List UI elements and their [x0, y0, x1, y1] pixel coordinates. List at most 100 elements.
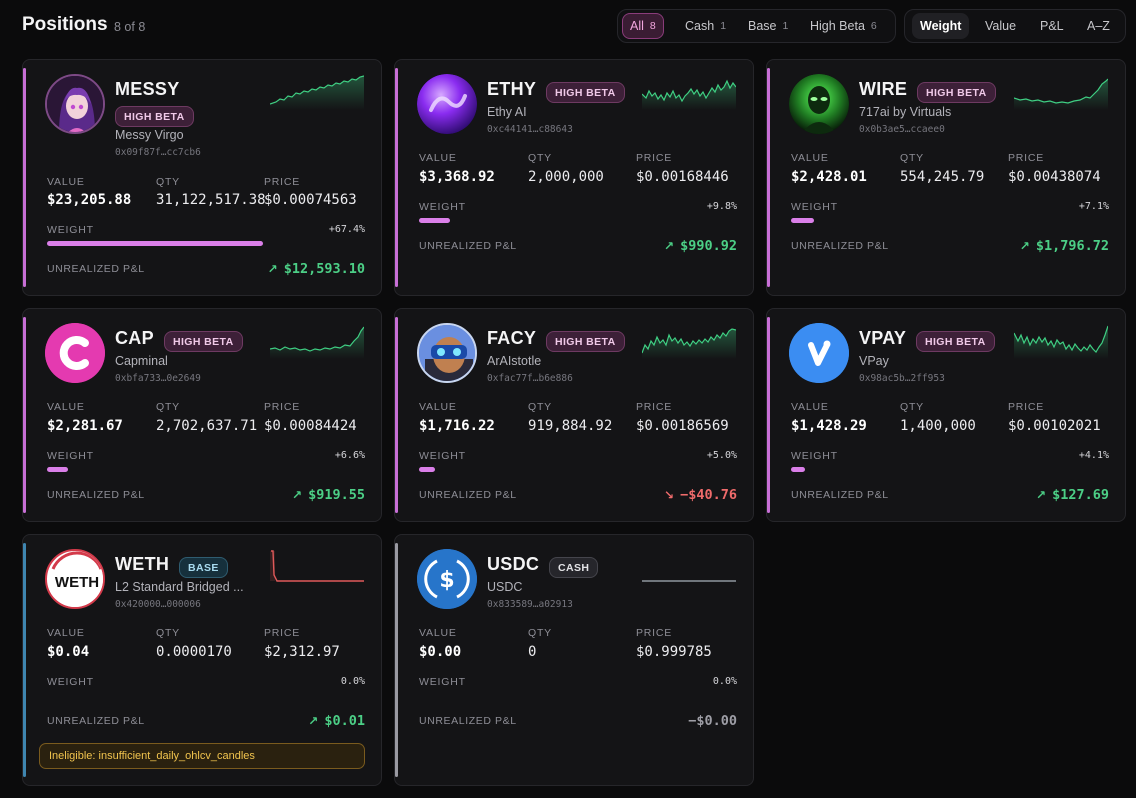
sort-alpha[interactable]: A–Z — [1079, 13, 1118, 39]
weight-percent: +5.0% — [706, 450, 737, 461]
card-accent-bar — [395, 68, 398, 287]
position-card-usdc[interactable]: $ USDC CASH USDC 0x833589…a02913 VALUE Q… — [394, 534, 754, 786]
pnl-value: −$0.00 — [688, 713, 737, 729]
pnl-value: ↘ −$40.76 — [664, 487, 737, 503]
pnl-value: ↗ $1,796.72 — [1020, 238, 1109, 254]
position-qty: 919,884.92 — [528, 418, 613, 434]
token-symbol: CAP — [115, 328, 154, 348]
sort-pnl[interactable]: P&L — [1032, 13, 1072, 39]
filter-base[interactable]: Base 1 — [741, 13, 795, 39]
filter-tabs: All 8 Cash 1 Base 1 High Beta 6 — [617, 9, 896, 43]
position-count: 8 of 8 — [114, 20, 146, 34]
page-title: Positions — [22, 14, 108, 35]
qty-label: QTY — [528, 627, 552, 639]
card-accent-bar — [23, 317, 26, 513]
token-symbol: ETHY — [487, 79, 537, 99]
price-label: PRICE — [1008, 401, 1045, 413]
position-value: $1,716.22 — [419, 418, 495, 434]
price-sparkline — [642, 580, 736, 582]
token-symbol: VPAY — [859, 328, 907, 348]
pnl-label: UNREALIZED P&L — [419, 715, 517, 727]
weight-label: WEIGHT — [47, 224, 94, 236]
filter-high-beta[interactable]: High Beta 6 — [803, 13, 884, 39]
card-accent-bar — [767, 317, 770, 513]
position-qty: 0 — [528, 644, 537, 660]
position-card-wire[interactable]: WIRE HIGH BETA 717ai by Virtuals 0x0b3ae… — [766, 59, 1126, 296]
position-card-ethy[interactable]: ETHY HIGH BETA Ethy AI 0xc44141…c88643 V… — [394, 59, 754, 296]
value-label: VALUE — [419, 627, 457, 639]
weight-percent: +6.6% — [334, 450, 365, 461]
price-sparkline — [270, 75, 364, 110]
price-sparkline — [642, 328, 736, 359]
position-qty: 2,000,000 — [528, 169, 604, 185]
price-label: PRICE — [264, 401, 301, 413]
filter-all[interactable]: All 8 — [622, 13, 664, 39]
pnl-amount: $12,593.10 — [283, 261, 365, 277]
token-symbol: USDC — [487, 554, 540, 574]
filter-cash-count: 1 — [720, 20, 727, 32]
price-sparkline — [1014, 325, 1108, 359]
qty-label: QTY — [528, 152, 552, 164]
card-accent-bar — [23, 543, 26, 777]
token-address: 0xfac77f…b6e886 — [487, 373, 573, 384]
weight-label: WEIGHT — [419, 676, 466, 688]
category-badge: HIGH BETA — [546, 331, 625, 352]
weight-label: WEIGHT — [791, 201, 838, 213]
token-symbol: WETH — [115, 554, 170, 574]
pnl-amount: $919.55 — [308, 487, 365, 503]
weight-percent: +7.1% — [1078, 201, 1109, 212]
qty-label: QTY — [156, 627, 180, 639]
pnl-value: ↗ $990.92 — [664, 238, 737, 254]
price-label: PRICE — [636, 152, 673, 164]
usdc-dollar-logo-icon: $ — [417, 549, 477, 609]
weight-bar — [791, 467, 805, 472]
category-badge: CASH — [549, 557, 599, 578]
pnl-label: UNREALIZED P&L — [419, 489, 517, 501]
filter-all-count: 8 — [649, 20, 656, 32]
arrow-up-right-icon: ↗ — [308, 714, 319, 728]
price-label: PRICE — [1008, 152, 1045, 164]
positions-header: Positions 8 of 8 All 8 Cash 1 Base 1 High B… — [0, 0, 1136, 52]
position-card-messy[interactable]: MESSY HIGH BETA Messy Virgo 0x09f87f…cc7… — [22, 59, 382, 296]
robot-face-avatar-icon — [417, 323, 477, 383]
pnl-value: ↗ $12,593.10 — [268, 261, 365, 277]
value-label: VALUE — [47, 627, 85, 639]
sort-weight[interactable]: Weight — [912, 13, 970, 39]
position-card-weth[interactable]: WETH WETH BASE L2 Standard Bridged ... 0… — [22, 534, 382, 786]
token-symbol: FACY — [487, 328, 537, 348]
value-label: VALUE — [47, 401, 85, 413]
position-price: $0.00084424 — [264, 418, 357, 434]
weight-label: WEIGHT — [791, 450, 838, 462]
position-price: $0.00074563 — [264, 192, 357, 208]
weight-bar — [419, 218, 451, 223]
value-label: VALUE — [791, 152, 829, 164]
blue-v-logo-icon — [789, 323, 849, 383]
anime-girl-avatar-icon — [45, 74, 105, 134]
card-accent-bar — [767, 68, 770, 287]
pnl-label: UNREALIZED P&L — [47, 489, 145, 501]
position-value: $0.04 — [47, 644, 90, 660]
weight-percent: +67.4% — [328, 224, 365, 235]
position-value: $3,368.92 — [419, 169, 495, 185]
pnl-label: UNREALIZED P&L — [791, 489, 889, 501]
sort-value[interactable]: Value — [977, 13, 1024, 39]
filter-cash[interactable]: Cash 1 — [678, 13, 733, 39]
position-card-facy[interactable]: FACY HIGH BETA ArAIstotle 0xfac77f…b6e88… — [394, 308, 754, 522]
position-price: $0.00438074 — [1008, 169, 1101, 185]
qty-label: QTY — [900, 401, 924, 413]
position-card-cap[interactable]: CAP HIGH BETA Capminal 0xbfa733…0e2649 V… — [22, 308, 382, 522]
green-alien-avatar-icon — [789, 74, 849, 134]
category-badge: HIGH BETA — [115, 106, 194, 127]
value-label: VALUE — [419, 401, 457, 413]
position-card-vpay[interactable]: VPAY HIGH BETA VPay 0x98ac5b…2ff953 VALU… — [766, 308, 1126, 522]
card-accent-bar — [395, 317, 398, 513]
pnl-amount: $1,796.72 — [1035, 238, 1109, 254]
token-name: VPay — [859, 354, 889, 368]
position-price: $0.00102021 — [1008, 418, 1101, 434]
position-value: $2,428.01 — [791, 169, 867, 185]
value-label: VALUE — [791, 401, 829, 413]
weight-percent: +4.1% — [1078, 450, 1109, 461]
price-label: PRICE — [264, 627, 301, 639]
token-name: 717ai by Virtuals — [859, 105, 952, 119]
weight-label: WEIGHT — [47, 450, 94, 462]
